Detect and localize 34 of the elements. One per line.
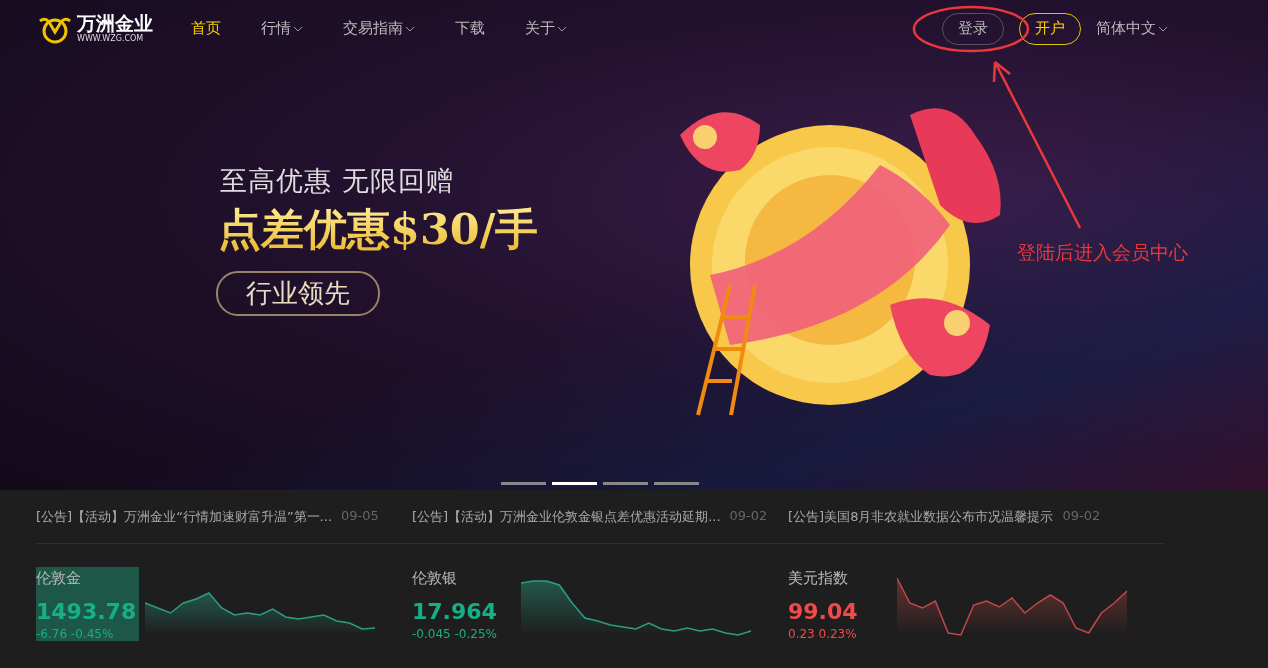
ticker-change: -6.76 -0.45% [36, 627, 115, 641]
news-date: 09-02 [729, 507, 768, 525]
nav-link[interactable]: 行情 [261, 19, 303, 38]
ticker-card[interactable]: 美元指数 99.04 0.23 0.23% [788, 567, 891, 641]
news-link[interactable]: [公告]【活动】万洲金业伦敦金银点差优惠活动延期... [412, 507, 721, 526]
ticker-card[interactable]: 伦敦金 1493.78 -6.76 -0.45% [36, 567, 139, 641]
ticker-name: 美元指数 [788, 568, 849, 589]
news-link[interactable]: [公告]【活动】万洲金业“行情加速财富升温”第一... [36, 507, 332, 526]
news-date: 09-05 [341, 507, 379, 525]
banner-subtitle: 至高优惠 无限回赠 [220, 164, 454, 198]
news-date: 09-02 [1062, 507, 1101, 525]
ticker-card[interactable]: 伦敦银 17.964 -0.045 -0.25% [412, 567, 515, 641]
nav-link[interactable]: 首页 [191, 19, 221, 38]
carousel-indicator[interactable] [654, 482, 699, 485]
logo-url: WWW.WZG.COM [77, 35, 145, 43]
caret-icon [1158, 25, 1168, 32]
nav-link[interactable]: 关于 [525, 19, 567, 38]
nav-link[interactable]: 下载 [455, 19, 485, 38]
ticker-change: 0.23 0.23% [788, 627, 858, 641]
logo-name: 万洲金业 [77, 14, 153, 33]
news-link[interactable]: [公告]美国8月非农就业数据公布市况温馨提示 [788, 507, 1054, 526]
ticker-change: -0.045 -0.25% [412, 627, 498, 641]
ticker-name: 伦敦金 [36, 568, 82, 589]
annotation-text: 登陆后进入会员中心 [1017, 240, 1188, 265]
carousel-indicator[interactable] [603, 482, 648, 485]
language-selector[interactable]: 简体中文 [1096, 19, 1168, 38]
carousel-indicator[interactable] [501, 482, 546, 485]
carousel-indicator[interactable] [552, 482, 597, 485]
ticker-name: 伦敦银 [412, 568, 458, 589]
ticker-price: 1493.78 [36, 598, 138, 626]
nav-link[interactable]: 交易指南 [343, 19, 415, 38]
banner-badge: 行业领先 [216, 271, 380, 316]
ticker-price: 17.964 [412, 598, 498, 626]
ticker-price: 99.04 [788, 598, 859, 626]
